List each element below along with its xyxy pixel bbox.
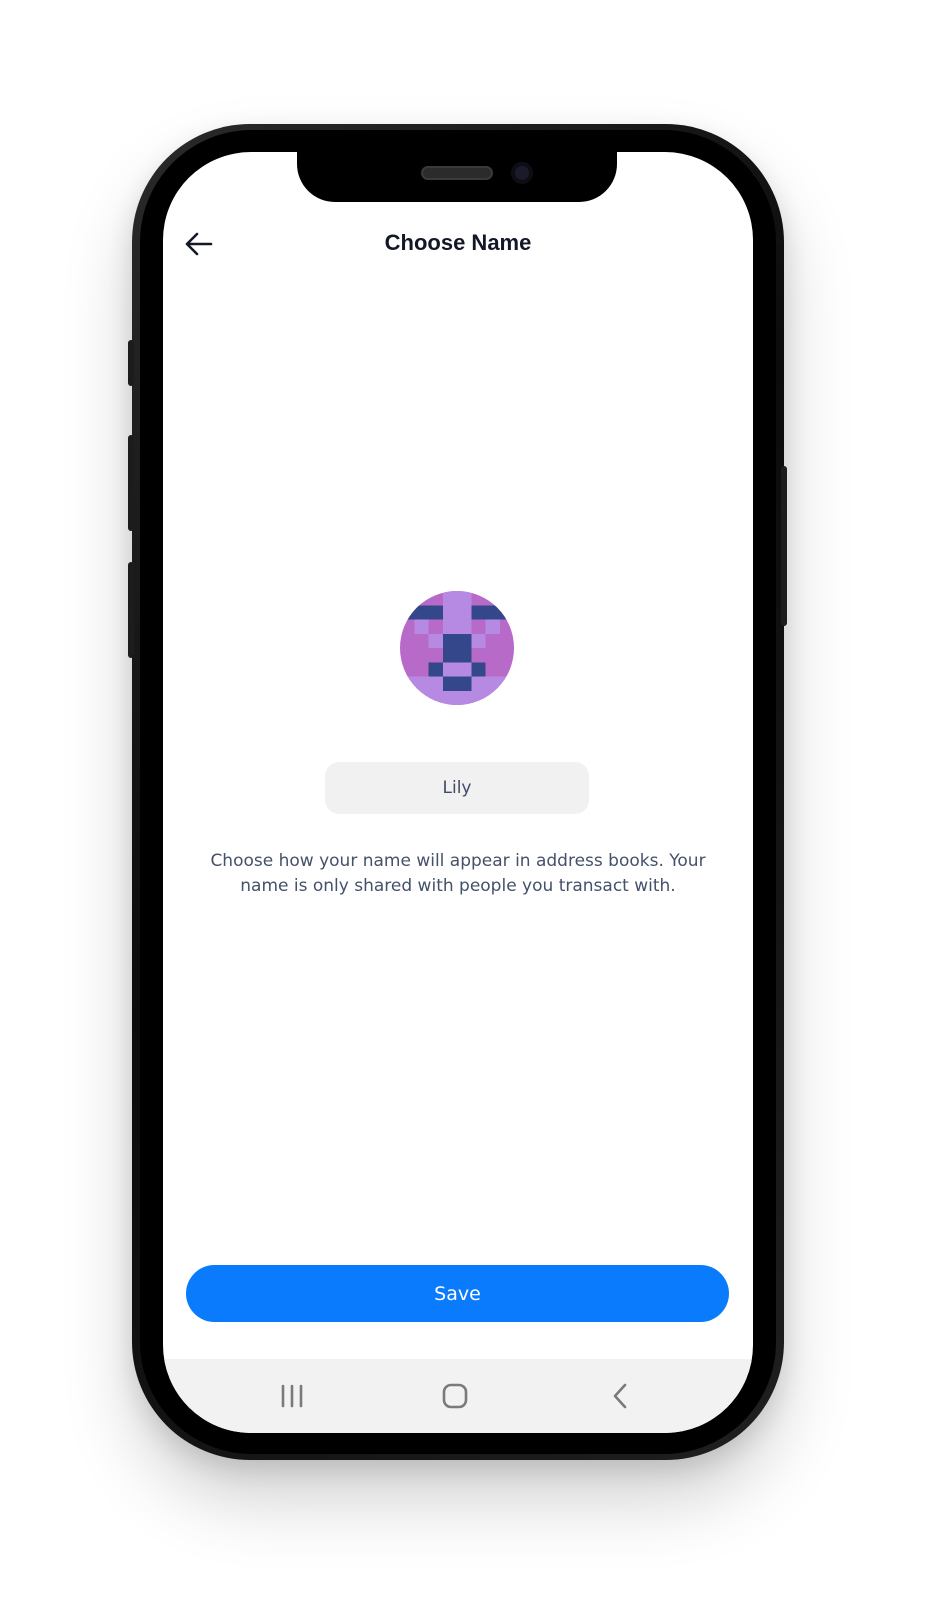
name-input[interactable]	[325, 762, 589, 814]
side-button-power	[781, 466, 787, 626]
notch	[297, 146, 617, 202]
save-button[interactable]: Save	[186, 1265, 729, 1322]
speaker-grille	[421, 166, 493, 180]
recents-button[interactable]	[272, 1379, 312, 1413]
system-nav-bar	[163, 1359, 753, 1433]
page-title: Choose Name	[384, 230, 532, 255]
recents-icon	[281, 1384, 303, 1408]
identicon-avatar	[400, 591, 514, 705]
description-text: Choose how your name will appear in addr…	[210, 851, 706, 896]
side-button-volume-down	[128, 562, 134, 658]
home-button[interactable]	[435, 1379, 475, 1413]
app-screen: Choose Name Lily Choose how your name wi…	[163, 152, 753, 1433]
avatar	[400, 591, 514, 705]
home-icon	[442, 1383, 468, 1409]
front-camera-icon	[511, 162, 533, 184]
chevron-left-icon	[613, 1383, 627, 1409]
system-back-button[interactable]	[600, 1379, 640, 1413]
side-button-volume-up	[128, 435, 134, 531]
side-button-mute	[128, 340, 134, 386]
